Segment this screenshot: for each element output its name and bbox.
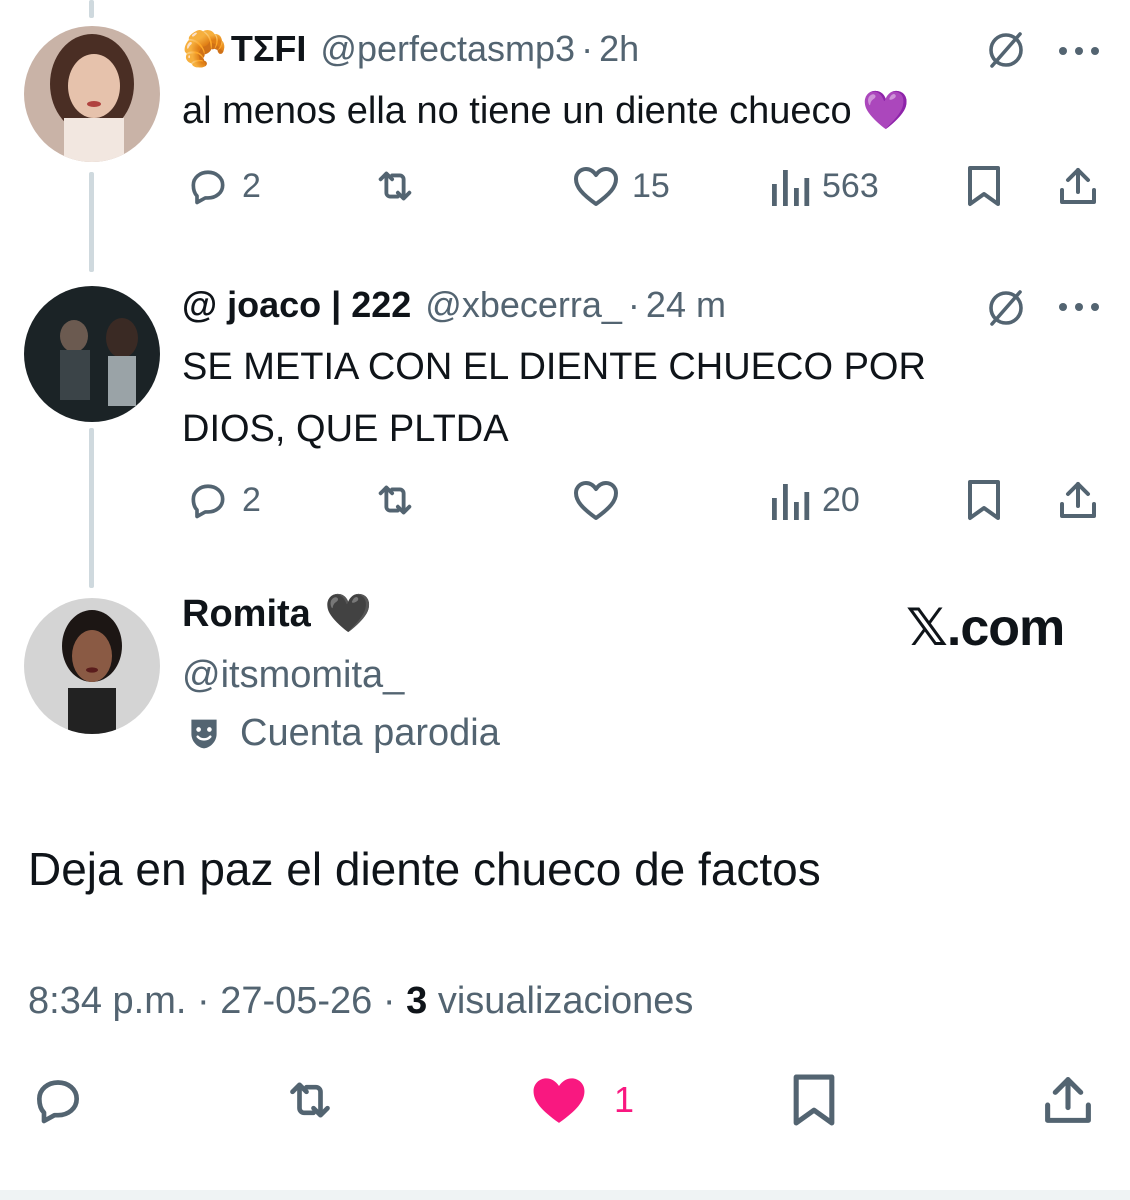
share-button[interactable] <box>1056 156 1100 216</box>
tweet-text-line: SE METIA CON EL DIENTE CHUECO POR <box>182 346 926 388</box>
views-icon <box>772 170 810 206</box>
parody-badge: Cuenta parodia <box>186 712 500 755</box>
views-count: 563 <box>822 166 879 205</box>
user-handle[interactable]: @perfectasmp3 <box>320 28 575 70</box>
reply-count: 2 <box>242 480 261 519</box>
retweet-icon <box>378 171 412 201</box>
bookmark-button[interactable] <box>964 156 1004 216</box>
user-handle[interactable]: @xbecerra_ <box>425 284 622 326</box>
tweet-header: @ joaco | 222 @xbecerra_ · 24 m <box>182 284 726 326</box>
reply-icon <box>191 484 225 519</box>
reply-icon <box>191 170 225 205</box>
tweet-text-line: al menos ella no tiene un diente chueco … <box>182 90 910 132</box>
like-button[interactable] <box>572 470 620 530</box>
separator: · <box>627 284 640 325</box>
emoji: 🥐 <box>182 28 227 69</box>
share-icon <box>1060 482 1096 518</box>
share-icon <box>1060 168 1096 204</box>
bookmark-icon <box>968 480 1000 520</box>
views-count: 20 <box>822 480 860 519</box>
retweet-icon <box>290 1082 330 1118</box>
tweet-meta: 8:34 p.m. · 27-05-26 · 3 visualizaciones <box>28 980 694 1022</box>
display-name[interactable]: @ joaco | 222 <box>182 284 411 326</box>
separator: · <box>581 28 594 69</box>
share-icon <box>1045 1077 1091 1123</box>
avatar[interactable] <box>24 26 160 162</box>
display-name[interactable]: ΤΣFI <box>231 28 307 70</box>
reply-button[interactable]: 2 <box>186 470 261 530</box>
action-bar: 1 <box>0 1068 1130 1132</box>
parody-label: Cuenta parodia <box>240 712 500 754</box>
display-name[interactable]: Romita <box>182 593 311 636</box>
tweet-header: 🥐 ΤΣFI @perfectasmp3 · 2h <box>182 28 639 70</box>
like-button[interactable]: 1 <box>528 1068 634 1132</box>
theater-mask-icon <box>191 719 217 748</box>
views-icon <box>772 484 810 520</box>
views-count: 3 <box>406 980 428 1022</box>
retweet-button[interactable] <box>372 156 418 216</box>
retweet-button[interactable] <box>282 1068 338 1132</box>
views-button[interactable]: 20 <box>770 470 860 530</box>
thread-line-top <box>89 0 94 18</box>
like-count: 1 <box>614 1079 635 1120</box>
tweet-date[interactable]: 27-05-26 <box>220 980 372 1022</box>
retweet-button[interactable] <box>372 470 418 530</box>
timestamp[interactable]: 24 m <box>646 284 726 326</box>
bookmark-icon <box>793 1074 835 1126</box>
avatar[interactable] <box>24 286 160 422</box>
share-button[interactable] <box>1040 1068 1096 1132</box>
like-button[interactable]: 15 <box>572 156 670 216</box>
bookmark-button[interactable] <box>788 1068 840 1132</box>
heart-icon <box>574 481 618 520</box>
bookmark-button[interactable] <box>964 470 1004 530</box>
tweet-text: al menos ella no tiene un diente chueco … <box>182 80 910 142</box>
tweet-text: SE METIA CON EL DIENTE CHUECO POR DIOS, … <box>182 336 926 460</box>
retweet-icon <box>378 485 412 515</box>
reply-button[interactable]: 2 <box>186 156 261 216</box>
more-icon[interactable] <box>1058 300 1102 318</box>
grok-icon[interactable] <box>984 286 1028 335</box>
views-label: visualizaciones <box>437 980 694 1022</box>
heart-icon <box>574 167 618 206</box>
views-button[interactable]: 563 <box>770 156 879 216</box>
like-count: 15 <box>632 166 670 205</box>
more-icon[interactable] <box>1058 44 1102 62</box>
avatar[interactable] <box>24 598 160 734</box>
user-handle[interactable]: @itsmomita_ <box>182 654 404 697</box>
reply-icon <box>37 1080 79 1124</box>
grok-icon[interactable] <box>984 28 1028 77</box>
emoji: 🖤 <box>324 593 373 635</box>
tweet-time[interactable]: 8:34 p.m. <box>28 980 186 1022</box>
heart-icon <box>533 1078 585 1123</box>
reply-button[interactable] <box>30 1068 86 1132</box>
action-bar: 2 20 <box>0 470 1130 530</box>
timestamp[interactable]: 2h <box>599 28 639 70</box>
watermark: 𝕏.com <box>906 599 1065 657</box>
tweet-text-line: DIOS, QUE PLTDA <box>182 408 509 450</box>
share-button[interactable] <box>1056 470 1100 530</box>
reply-count: 2 <box>242 166 261 205</box>
main-display-name-row: Romita 🖤 <box>182 592 372 636</box>
tweet-text: Deja en paz el diente chueco de factos <box>28 843 821 895</box>
divider <box>0 1190 1130 1200</box>
action-bar: 2 15 563 <box>0 156 1130 216</box>
bookmark-icon <box>968 166 1000 206</box>
